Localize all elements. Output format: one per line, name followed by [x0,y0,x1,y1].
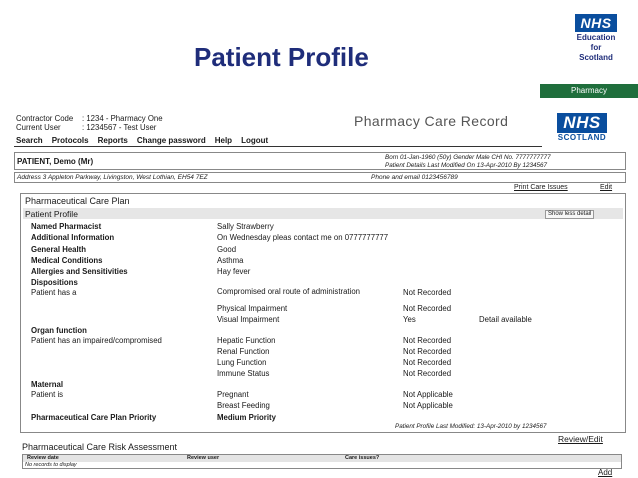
maternal-item: Breast Feeding [217,401,270,410]
organ-status: Not Recorded [403,336,452,345]
additional-info-label: Additional Information [31,233,115,242]
maternal-status: Not Applicable [403,401,453,410]
column-care-issues[interactable]: Care issues? [345,455,379,461]
menu-protocols[interactable]: Protocols [52,135,89,146]
named-pharmacist-label: Named Pharmacist [31,222,102,231]
patient-address: Address 3 Appleton Parkway, Livingston, … [17,174,208,181]
patient-demographics: Born 01-Jan-1960 (50y) Gender Male CHI N… [385,154,551,161]
current-user-label: Current User [16,123,61,132]
main-menu: Search Protocols Reports Change password… [14,135,542,147]
care-plan-priority-label: Pharmaceutical Care Plan Priority [31,413,157,422]
medical-conditions-value: Asthma [217,256,244,265]
additional-info-value: On Wednesday pleas contact me on 0777777… [217,233,389,242]
patient-meta: Born 01-Jan-1960 (50y) Gender Male CHI N… [385,154,551,170]
allergies-value: Hay fever [217,267,251,276]
menu-logout[interactable]: Logout [241,135,268,146]
detail-available-link[interactable]: Detail available [479,315,532,324]
show-less-detail-button[interactable]: Show less detail [545,210,595,219]
organ-function-label: Organ function [31,326,87,335]
named-pharmacist-value: Sally Strawberry [217,222,274,231]
profile-header: Patient Profile Show less detail [23,208,623,219]
disposition-item: Visual Impairment [217,315,280,324]
logo-line: for [590,43,602,52]
patient-phone: Phone and email 0123456789 [371,174,458,181]
organ-status: Not Recorded [403,369,452,378]
disposition-status: Yes [403,315,416,324]
print-care-issues-link[interactable]: Print Care Issues [514,184,568,191]
patient-name: PATIENT, Demo (Mr) [17,157,94,166]
organ-item: Hepatic Function [217,336,276,345]
risk-table-header: Review date Review user Care issues? [23,455,621,462]
medical-conditions-label: Medical Conditions [31,256,103,265]
organ-status: Not Recorded [403,358,452,367]
column-review-user[interactable]: Review user [187,455,219,461]
organ-function-sub: Patient has an impaired/compromised [31,336,162,345]
pharmacy-care-record-screen: Contractor Code : 1234 - Pharmacy One Cur… [14,110,626,478]
disposition-status: Not Recorded [403,304,452,313]
disposition-item: Physical Impairment [217,304,288,313]
logo-line: Education [576,33,616,42]
current-user-value: : 1234567 - Test User [82,123,157,132]
profile-last-modified: Patient Profile Last Modified: 13-Apr-20… [395,423,547,430]
organ-item: Renal Function [217,347,270,356]
dispositions-label: Dispositions [31,278,78,287]
contractor-label: Contractor Code [16,114,74,123]
maternal-status: Not Applicable [403,390,453,399]
add-link[interactable]: Add [598,468,612,477]
slide-title: Patient Profile [194,42,369,72]
maternal-label: Maternal [31,380,64,389]
profile-label: Patient Profile [25,209,78,219]
contractor-info: Contractor Code : 1234 - Pharmacy One Cur… [16,114,163,132]
organ-item: Immune Status [217,369,270,378]
contractor-value: : 1234 - Pharmacy One [82,114,163,123]
logo-line: Scotland [579,53,613,62]
care-plan-title: Pharmaceutical Care Plan [25,196,130,206]
menu-help[interactable]: Help [215,135,232,146]
menu-search[interactable]: Search [16,135,43,146]
empty-table-message: No records to display [25,462,77,468]
patient-last-modified: Patient Details Last Modified On 13-Apr-… [385,162,547,169]
app-title: Pharmacy Care Record [354,113,509,129]
disposition-status: Not Recorded [403,288,452,297]
general-health-label: General Health [31,245,87,254]
patient-banner: PATIENT, Demo (Mr) Born 01-Jan-1960 (50y… [14,152,626,170]
patient-address-bar: Address 3 Appleton Parkway, Livingston, … [14,172,626,183]
risk-assessment-title: Pharmaceutical Care Risk Assessment [22,442,178,452]
organ-status: Not Recorded [403,347,452,356]
column-review-date[interactable]: Review date [27,455,59,461]
menu-change-password[interactable]: Change password [137,135,206,146]
logo-scotland: SCOTLAND [557,133,607,142]
organ-item: Lung Function [217,358,267,367]
patient-is-label: Patient is [31,390,64,399]
allergies-label: Allergies and Sensitivities [31,267,128,276]
care-plan-panel: Pharmaceutical Care Plan Patient Profile… [20,193,626,433]
general-health-value: Good [217,245,237,254]
nhs-logo-mark: NHS [557,113,607,133]
maternal-item: Pregnant [217,390,249,399]
edit-link[interactable]: Edit [600,184,612,191]
pharmacy-tag: Pharmacy [540,84,638,98]
menu-reports[interactable]: Reports [98,135,128,146]
review-edit-link[interactable]: Review/Edit [558,434,603,444]
care-plan-priority-value: Medium Priority [217,413,276,422]
nhs-logo-mark: NHS [575,14,617,32]
risk-assessment-table: Review date Review user Care issues? No … [22,454,622,469]
nhs-education-scotland-logo: NHS Education for Scotland [566,14,626,63]
patient-has-a-label: Patient has a [31,288,77,297]
nhs-scotland-logo: NHS SCOTLAND [542,113,622,142]
disposition-item: Compromised oral route of administration [217,287,361,296]
